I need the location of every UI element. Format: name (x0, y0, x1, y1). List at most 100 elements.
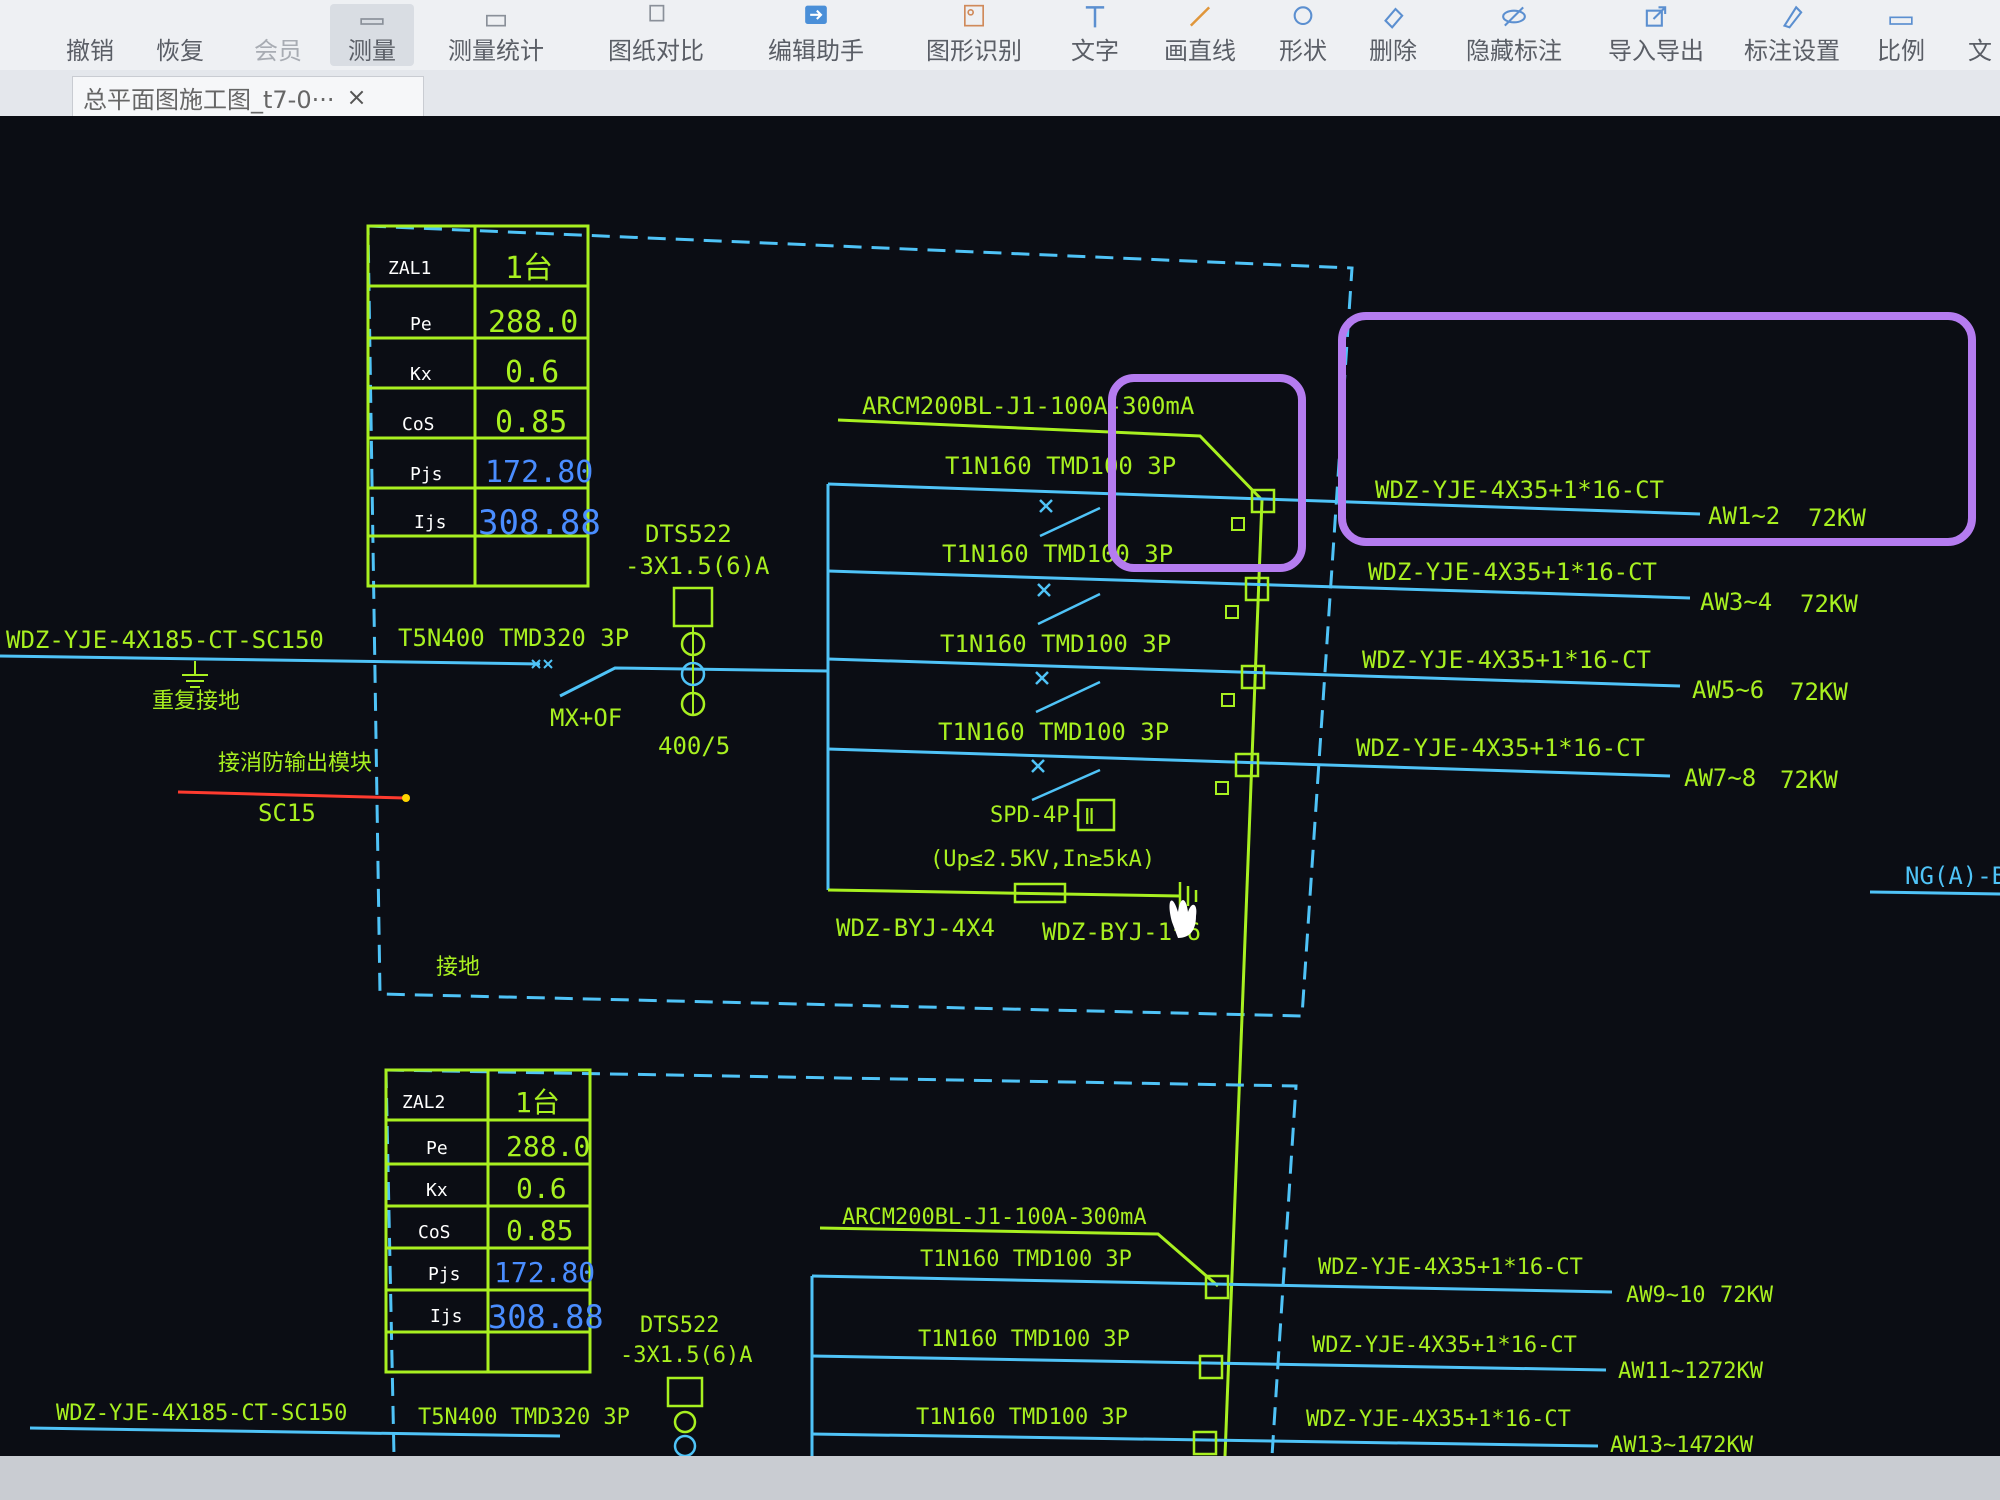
toolbar-hide-annotation[interactable]: 隐藏标注 (1458, 4, 1570, 66)
cad-drawing: ZAL1 1台 Pe 288.0 Kx 0.6 CoS 0.85 Pjs 172… (0, 224, 2000, 1458)
feeder-power: 72KW (1720, 1283, 1774, 1308)
toolbar-undo[interactable]: 撤销 (60, 4, 120, 66)
main-breaker-label: T5N400 TMD320 3P (418, 1405, 630, 1430)
feeder-cable: WDZ-YJE-4X35+1*16-CT (1356, 734, 1645, 762)
table-value: 1台 (515, 1086, 560, 1119)
breaker-symbol-icon (1035, 671, 1101, 714)
feeder-power: 72KW (1710, 1359, 1764, 1384)
ct-coil-icon (673, 1434, 697, 1458)
ct-coil-icon (673, 1410, 697, 1434)
panel-1-load-table: ZAL1 1台 Pe 288.0 Kx 0.6 CoS 0.85 Pjs 172… (366, 224, 601, 588)
ground-label: 接地 (436, 955, 480, 980)
table-key: CoS (418, 1222, 451, 1243)
mx-of-label: MX+OF (550, 704, 622, 732)
toolbar-measure-stats[interactable]: 测量统计 (440, 4, 552, 66)
feeder-label: AW11~12 (1618, 1359, 1711, 1384)
toolbar-text[interactable]: 文字 (1060, 4, 1130, 66)
table-key: CoS (402, 414, 435, 435)
meter-spec-label: -3X1.5(6)A (620, 1343, 752, 1368)
table-value: 0.6 (516, 1172, 567, 1205)
fire-link-label: 接消防输出模块 (218, 751, 372, 776)
node-small-icon (1215, 781, 1229, 795)
incoming-cable-label: WDZ-YJE-4X185-CT-SC150 (6, 626, 324, 654)
annotation-settings-icon (1782, 5, 1803, 29)
table-key: Kx (426, 1180, 448, 1201)
feeder-power: 72KW (1790, 678, 1848, 706)
feeder-breaker-label: T1N160 TMD100 3P (916, 1405, 1128, 1430)
feeder-power: 72KW (1700, 1433, 1754, 1456)
feeder-cable: WDZ-YJE-4X35+1*16-CT (1362, 646, 1651, 674)
toolbar-edit-assistant[interactable]: 编辑助手 (760, 4, 872, 66)
import-export-icon (1645, 6, 1667, 27)
breaker-symbol-icon (531, 659, 553, 669)
rcd-label: ARCM200BL-J1-100A-300mA (862, 392, 1195, 420)
incoming-cable-label: WDZ-YJE-4X185-CT-SC150 (56, 1401, 347, 1426)
tab-close-icon[interactable]: × (347, 83, 367, 111)
highlight-box-feeder[interactable] (1338, 312, 1976, 546)
breaker-symbol-icon (1039, 499, 1101, 538)
toolbar-redo[interactable]: 恢复 (150, 4, 210, 66)
toolbar-measure[interactable]: 测量 (330, 4, 414, 66)
table-key: Ijs (430, 1306, 463, 1327)
toolbar-annotation-settings[interactable]: 标注设置 (1736, 4, 1848, 66)
feeder-label: AW13~14 (1610, 1433, 1703, 1456)
node-small-icon (1221, 693, 1235, 707)
table-value: 308.88 (488, 1298, 604, 1336)
feeder-label: AW5~6 (1692, 676, 1764, 704)
toolbar-import-export[interactable]: 导入导出 (1600, 4, 1712, 66)
compare-icon (649, 4, 665, 22)
toolbar-compare[interactable]: 图纸对比 (600, 4, 712, 66)
drawing-canvas[interactable]: ZAL1 1台 Pe 288.0 Kx 0.6 CoS 0.85 Pjs 172… (0, 116, 2000, 1458)
toolbar-line[interactable]: 画直线 (1158, 4, 1242, 66)
table-key: Pjs (410, 464, 443, 485)
panel-1-boundary (366, 224, 1354, 1018)
toolbar-member[interactable]: 会员 (248, 4, 308, 66)
eraser-icon (1384, 7, 1404, 29)
feeder-4: T1N160 TMD100 3P WDZ-YJE-4X35+1*16-CT AW… (827, 718, 1838, 802)
fire-link-line (177, 790, 406, 800)
toolbar-shape-recognition[interactable]: 图形识别 (918, 4, 1030, 66)
ground-symbol-icon (182, 661, 208, 688)
toolbar-scale[interactable]: 比例 (1870, 4, 1932, 66)
toolbar-shape[interactable]: 形状 (1272, 4, 1334, 66)
tab-drawing[interactable]: 总平面图施工图_t7-0··· × (72, 76, 424, 117)
toolbar-delete[interactable]: 删除 (1362, 4, 1424, 66)
spd-cable: WDZ-BYJ-4X4 (836, 914, 995, 942)
table-key: Kx (410, 364, 432, 385)
toolbar-text2[interactable]: 文 (1960, 4, 2000, 66)
node-box-icon (1234, 752, 1260, 778)
feeder-breaker-label: T1N160 TMD100 3P (938, 718, 1169, 746)
shape-icon (1293, 6, 1313, 26)
spd-box-label: Ⅱ (1084, 805, 1095, 830)
node-box-icon (1192, 1430, 1218, 1456)
feeder-2: T1N160 TMD100 3P WDZ-YJE-4X35+1*16-CT AW… (827, 540, 1858, 626)
feeder-breaker-label: T1N160 TMD100 3P (945, 452, 1176, 480)
table-value: 288.0 (488, 305, 578, 340)
side-label: NG(A)-BTL (1905, 862, 2000, 890)
meter-spec-label: -3X1.5(6)A (625, 552, 770, 580)
feeder-cable: WDZ-YJE-4X35+1*16-CT (1375, 476, 1664, 504)
fire-link-node (402, 794, 410, 802)
table-key: Pe (426, 1138, 448, 1159)
node-small-icon (1231, 517, 1245, 531)
feeder-1: T1N160 TMD100 3P WDZ-YJE-4X35+1*16-CT AW… (827, 452, 1866, 538)
feeder-label: AW1~2 (1708, 502, 1780, 530)
feeder-5: T1N160 TMD100 3P WDZ-YJE-4X35+1*16-CT AW… (811, 1247, 1774, 1308)
scale-icon (1889, 16, 1913, 25)
hide-annotation-icon (1502, 6, 1526, 27)
feeder-power: 72KW (1808, 504, 1866, 532)
feeder-breaker-label: T1N160 TMD100 3P (918, 1327, 1130, 1352)
table-value: 0.85 (506, 1214, 573, 1247)
incoming-line (0, 654, 541, 666)
measure-stats-icon (486, 14, 506, 27)
table-value: 288.0 (506, 1130, 590, 1163)
table-key: ZAL2 (402, 1092, 445, 1113)
n-pe-line (1223, 499, 1264, 1457)
feeder-power: 72KW (1800, 590, 1858, 618)
feeder-breaker-label: T1N160 TMD100 3P (940, 630, 1171, 658)
node-box-icon (1198, 1354, 1224, 1380)
table-value: 0.6 (505, 355, 559, 390)
status-bar (0, 1456, 2000, 1500)
table-key: ZAL1 (388, 258, 431, 279)
panel-2-load-table: ZAL2 1台 Pe 288.0 Kx 0.6 CoS 0.85 Pjs 172… (384, 1068, 604, 1374)
